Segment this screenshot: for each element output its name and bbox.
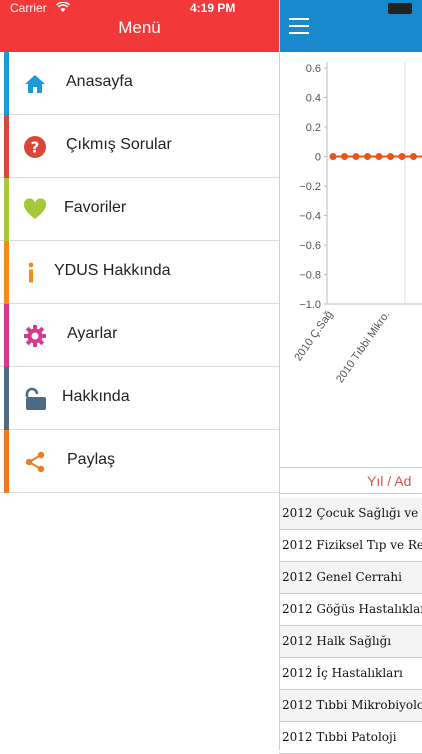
menu-item-anasayfa[interactable]: Anasayfa (0, 52, 279, 115)
hamburger-menu-icon[interactable] (289, 18, 309, 34)
menu-item-paylaş[interactable]: Paylaş (0, 430, 279, 493)
drawer-menu: Anasayfa? Çıkmış Sorular Favoriler YDUS Hak… (0, 52, 279, 493)
menu-item-accent (4, 115, 9, 178)
x-tick-label: 2010 Ç.Sağ (292, 309, 335, 363)
table-header: Yıl / Ad (279, 467, 422, 494)
data-point (387, 153, 394, 160)
data-point (376, 153, 383, 160)
unlock-icon (22, 386, 48, 412)
menu-item-accent (4, 52, 9, 115)
menu-item-accent (4, 367, 9, 430)
menu-item-label: Anasayfa (66, 73, 133, 91)
table-row[interactable]: 2012 Çocuk Sağlığı ve Ha (279, 498, 422, 530)
drawer-title: Menü (0, 18, 279, 38)
data-point (330, 153, 337, 160)
clock: 4:19 PM (190, 1, 235, 15)
menu-item-label: Hakkında (62, 388, 130, 406)
table-row[interactable]: 2012 Tıbbi Patoloji (279, 722, 422, 754)
data-point (341, 153, 348, 160)
y-tick-label: 0.4 (306, 93, 321, 105)
menu-item-label: YDUS Hakkında (54, 262, 171, 280)
exam-list: 2012 Çocuk Sağlığı ve Ha2012 Fiziksel Tı… (279, 498, 422, 754)
data-point (364, 153, 371, 160)
results-chart: 0.6 0.4 0.2 0 −0.2 −0.4 −0.6 −0.8 −1.02010 Ç.Sağ… (279, 52, 422, 457)
carrier-label: Carrier (10, 1, 47, 15)
heart-icon (22, 197, 48, 223)
gear-icon (22, 323, 48, 349)
menu-item-ydus-hakkında[interactable]: YDUS Hakkında (0, 241, 279, 304)
y-tick-label: 0.2 (306, 122, 321, 134)
side-drawer: Menü Anasayfa? Çıkmış Sorular Favoriler YDU… (0, 0, 280, 750)
menu-item-favoriler[interactable]: Favoriler (0, 178, 279, 241)
info-icon (22, 260, 48, 286)
table-row[interactable]: 2012 Tıbbi Mikrobiyoloji (279, 690, 422, 722)
y-tick-label: −0.8 (299, 270, 321, 282)
y-tick-label: 0.6 (306, 63, 321, 75)
main-screen: 0.6 0.4 0.2 0 −0.2 −0.4 −0.6 −0.8 −1.02010 Ç.Sağ… (279, 0, 422, 750)
table-row[interactable]: 2012 Halk Sağlığı (279, 626, 422, 658)
y-tick-label: −0.6 (299, 240, 321, 252)
menu-item-hakkında[interactable]: Hakkında (0, 367, 279, 430)
menu-item-ayarlar[interactable]: Ayarlar (0, 304, 279, 367)
wifi-icon (56, 2, 70, 13)
menu-item-accent (4, 430, 9, 493)
svg-text:?: ? (31, 139, 40, 157)
data-point (410, 153, 417, 160)
menu-item-çıkmış-sorular[interactable]: ? Çıkmış Sorular (0, 115, 279, 178)
table-row[interactable]: 2012 Göğüs Hastalıkları (279, 594, 422, 626)
y-tick-label: 0 (315, 152, 321, 164)
home-icon (22, 71, 48, 97)
y-tick-label: −0.4 (299, 211, 321, 223)
y-tick-label: −1.0 (299, 299, 321, 311)
menu-item-label: Favoriler (64, 199, 126, 217)
table-row[interactable]: 2012 Fiziksel Tıp ve Reha (279, 530, 422, 562)
battery-icon (388, 3, 412, 14)
menu-item-accent (4, 241, 9, 304)
status-bar: Carrier 4:19 PM (0, 0, 422, 14)
data-point (399, 153, 406, 160)
y-tick-label: −0.2 (299, 181, 321, 193)
menu-item-label: Ayarlar (67, 325, 117, 343)
x-tick-label: 2010 Tıbbi Mikro. (334, 309, 392, 385)
menu-item-label: Çıkmış Sorular (66, 136, 172, 154)
table-row[interactable]: 2012 İç Hastalıkları (279, 658, 422, 690)
share-icon (22, 449, 48, 475)
menu-item-accent (4, 178, 9, 241)
menu-item-accent (4, 304, 9, 367)
menu-item-label: Paylaş (67, 451, 115, 469)
data-point (353, 153, 360, 160)
table-row[interactable]: 2012 Genel Cerrahi (279, 562, 422, 594)
question-icon: ? (22, 134, 48, 160)
